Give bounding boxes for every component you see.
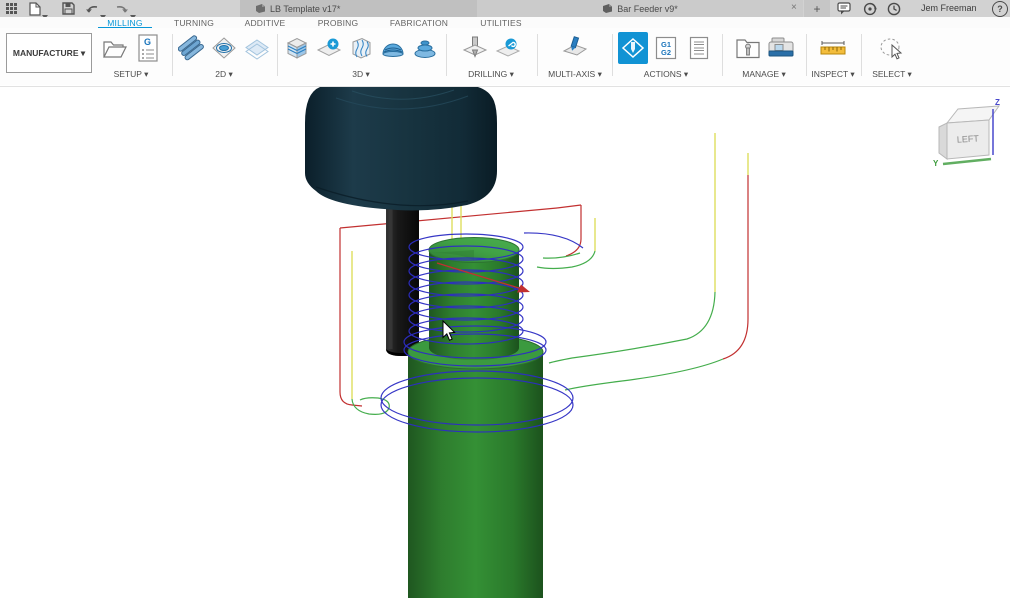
nc-g-letter: G [144, 37, 151, 47]
recent-clock-icon[interactable] [886, 1, 902, 16]
document-tab-label: Bar Feeder v9* [617, 3, 678, 14]
comments-icon[interactable] [836, 1, 852, 16]
tab-turning[interactable]: TURNING [166, 17, 222, 28]
toolbar-group-inspect: INSPECT ▾ [809, 28, 857, 84]
tab-additive[interactable]: ADDITIVE [238, 17, 292, 28]
toolbar-group-actions: G1 G2 ACTIONS ▾ [614, 28, 718, 84]
z-axis-label: Z [995, 98, 1000, 107]
y-axis-line [942, 157, 992, 166]
group-label-actions[interactable]: ACTIONS ▾ [614, 69, 718, 80]
toolbar-group-2d: 2D ▾ [176, 28, 272, 84]
document-tab-label: LB Template v17* [270, 3, 341, 14]
3d-spiral-icon[interactable] [410, 32, 440, 64]
toolbar-group-setup: G SETUP ▾ [98, 28, 164, 84]
tab-fabrication[interactable]: FABRICATION [386, 17, 452, 28]
toolbar: MANUFACTURE ▾ G SETUP ▾ 2D ▾ 3D ▾ DRILLI… [0, 28, 1010, 85]
group-label-multiaxis[interactable]: MULTI-AXIS ▾ [542, 69, 608, 80]
post-process-icon[interactable]: G1 G2 [651, 32, 681, 64]
group-label-select[interactable]: SELECT ▾ [866, 69, 918, 80]
measure-icon[interactable] [818, 32, 848, 64]
document-icon [256, 4, 265, 13]
workspace-selector-button[interactable]: MANUFACTURE ▾ [6, 33, 92, 73]
help-icon[interactable]: ? [992, 1, 1008, 17]
group-label-inspect[interactable]: INSPECT ▾ [809, 69, 857, 80]
post-g2-text: G2 [661, 48, 671, 57]
new-tab-button[interactable]: + [804, 0, 830, 17]
group-label-2d[interactable]: 2D ▾ [176, 69, 272, 80]
toolbar-group-manage: MANAGE ▾ [726, 28, 802, 84]
toolbar-group-3d: 3D ▾ [282, 28, 440, 84]
milling-scene [305, 87, 749, 598]
2d-pocket-icon[interactable] [209, 32, 239, 64]
titlebar: LB Template v17* × Bar Feeder v9* × + Je… [0, 0, 1010, 19]
fusion360-manufacture-window: { "titlebar": { "tabs": [ {"label": "LB … [0, 0, 1010, 598]
2d-contour-icon[interactable] [242, 32, 272, 64]
multi-axis-icon[interactable] [560, 32, 590, 64]
toolbar-group-drilling: DRILLING ▾ [452, 28, 530, 84]
document-tab-bar-feeder[interactable]: Bar Feeder v9* × [477, 0, 803, 17]
tool-library-icon[interactable] [733, 32, 763, 64]
job-status-icon[interactable] [862, 1, 878, 16]
undo-icon[interactable] [84, 1, 100, 16]
toolbar-group-select: SELECT ▾ [866, 28, 918, 84]
tab-milling[interactable]: MILLING [98, 17, 152, 29]
user-menu[interactable]: Jem Freeman [921, 3, 977, 13]
save-icon[interactable] [60, 1, 76, 16]
tool-shank[interactable] [386, 193, 419, 356]
file-icon[interactable] [27, 1, 43, 16]
tool-holder[interactable] [305, 87, 497, 211]
viewport-canvas[interactable]: LEFT Z Y [0, 86, 1010, 598]
drill-wrench-icon[interactable] [493, 32, 523, 64]
ribbon-tab-row: MILLING TURNING ADDITIVE PROBING FABRICA… [0, 17, 1010, 29]
view-cube-top-face[interactable] [945, 105, 1001, 124]
group-label-3d[interactable]: 3D ▾ [282, 69, 440, 80]
document-icon [603, 4, 613, 13]
redo-icon[interactable] [114, 1, 130, 16]
setup-sheet-icon[interactable] [684, 32, 714, 64]
select-icon[interactable] [877, 32, 907, 64]
simulate-icon[interactable] [618, 32, 648, 64]
tab-probing[interactable]: PROBING [312, 17, 364, 28]
3d-scallop-icon[interactable] [378, 32, 408, 64]
view-cube-face-label[interactable]: LEFT [957, 133, 980, 144]
view-cube[interactable]: LEFT Z Y [926, 93, 1010, 177]
group-label-drilling[interactable]: DRILLING ▾ [452, 69, 530, 80]
app-grid-icon[interactable] [3, 1, 19, 16]
close-tab-icon[interactable]: × [791, 2, 797, 14]
2d-adaptive-icon[interactable] [176, 32, 206, 64]
view-cube-side-face[interactable] [938, 122, 948, 160]
new-setup-icon[interactable] [100, 32, 130, 64]
group-label-manage[interactable]: MANAGE ▾ [726, 69, 802, 80]
toolbar-group-multiaxis: MULTI-AXIS ▾ [542, 28, 608, 84]
group-label-setup[interactable]: SETUP ▾ [98, 69, 164, 80]
document-tab-lb-template[interactable]: LB Template v17* × [240, 0, 702, 17]
tab-utilities[interactable]: UTILITIES [474, 17, 528, 28]
3d-pocket-icon[interactable] [314, 32, 344, 64]
nc-program-icon[interactable]: G [133, 32, 163, 64]
3d-steep-shallow-icon[interactable] [346, 32, 376, 64]
machine-library-icon[interactable] [766, 32, 796, 64]
drill-icon[interactable] [460, 32, 490, 64]
3d-adaptive-icon[interactable] [282, 32, 312, 64]
y-axis-label: Y [933, 159, 939, 168]
